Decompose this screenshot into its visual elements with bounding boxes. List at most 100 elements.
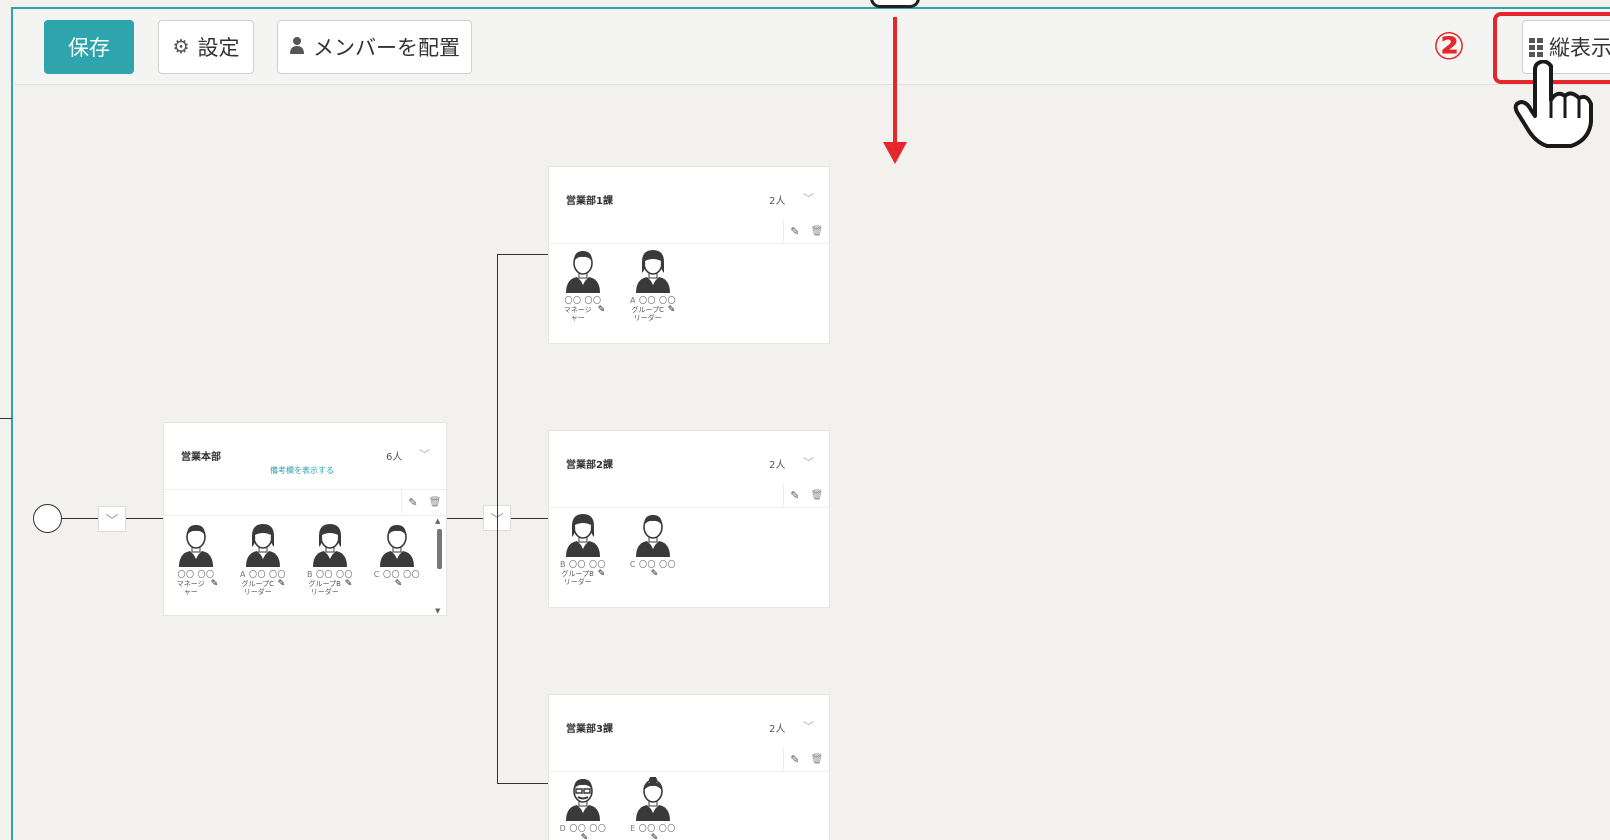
collapse-toggle[interactable]: ﹀ [98,506,126,532]
scroll-down-icon[interactable]: ▼ [435,607,440,615]
pencil-icon[interactable]: ✎ [668,306,676,315]
edit-icon[interactable]: ✎ [784,219,806,243]
pencil-icon[interactable]: ✎ [581,834,589,840]
root-node[interactable] [33,504,62,533]
member-card[interactable]: D 〇〇 〇〇 ✎ [555,777,611,840]
department-card-3[interactable]: 営業部3課 2人 ﹀ ✎ 🗑 D 〇〇 〇〇 ✎ E 〇〇 〇〇 ✎ [548,694,830,840]
scrollbar[interactable]: ▲ ▼ [434,517,444,615]
trash-icon[interactable]: 🗑 [806,219,828,243]
edit-icon[interactable]: ✎ [784,483,806,507]
member-card[interactable]: C 〇〇 〇〇 ✎ [625,513,681,579]
pencil-icon[interactable]: ✎ [278,580,286,589]
card-actions: ✎ 🗑 [783,747,828,771]
chevron-down-icon[interactable]: ﹀ [419,446,430,462]
member-role: ✎ [555,834,611,840]
department-name: 営業部3課 [566,724,613,735]
member-role: ✎ [625,834,681,840]
trash-icon[interactable]: 🗑 [806,483,828,507]
chevron-down-icon[interactable]: ﹀ [803,190,814,206]
cursor-hand-top-icon [870,0,920,8]
department-name: 営業部2課 [566,460,613,471]
avatar [369,523,425,567]
gear-icon: ⚙ [172,36,190,58]
member-role: グループCリーダー ✎ [235,580,291,597]
card-actions: ✎ 🗑 [401,490,446,514]
pencil-icon[interactable]: ✎ [651,834,659,840]
member-role: グループBリーダー ✎ [302,580,358,597]
save-button[interactable]: 保存 [44,20,134,74]
chevron-down-icon[interactable]: ﹀ [803,718,814,734]
scroll-up-icon[interactable]: ▲ [435,517,440,525]
card-actions: ✎ 🗑 [783,483,828,507]
assign-members-button[interactable]: メンバーを配置 [277,20,472,74]
connector-line [446,518,483,519]
member-role: マネージャー ✎ [168,580,224,597]
role-label: グループCリーダー [631,306,664,322]
member-card[interactable]: E 〇〇 〇〇 ✎ [625,777,681,840]
chevron-down-icon[interactable]: ﹀ [803,454,814,470]
member-card[interactable]: A 〇〇 〇〇 グループCリーダー ✎ [235,523,291,596]
pointer-hand-icon [1513,60,1593,148]
member-count: 2人 [769,460,786,471]
member-count: 6人 [386,452,403,463]
connector-line [62,518,98,519]
avatar [625,777,681,821]
divider [549,507,829,508]
member-card[interactable]: 〇〇 〇〇 マネージャー ✎ [168,523,224,596]
save-label: 保存 [68,36,110,60]
pencil-icon[interactable]: ✎ [598,306,606,315]
edit-icon[interactable]: ✎ [784,747,806,771]
pencil-icon[interactable]: ✎ [395,580,403,589]
divider [549,771,829,772]
department-name: 営業部1課 [566,196,613,207]
member-card[interactable]: C 〇〇 〇〇 ✎ [369,523,425,589]
connector-line [0,418,12,419]
step-number: ② [1433,24,1466,68]
settings-label: 設定 [197,36,240,60]
divider [549,243,829,244]
card-actions: ✎ 🗑 [783,219,828,243]
avatar [235,523,291,567]
pencil-icon[interactable]: ✎ [211,580,219,589]
member-card[interactable]: A 〇〇 〇〇 グループCリーダー ✎ [625,249,681,322]
avatar [555,777,611,821]
pencil-icon[interactable]: ✎ [345,580,353,589]
member-role: グループBリーダー ✎ [555,570,611,587]
member-role: ✎ [625,570,681,579]
show-memo-link[interactable]: 備考欄を表示する [270,465,334,476]
member-role: ✎ [369,580,425,589]
avatar [555,513,611,557]
divider [164,515,446,516]
member-card[interactable]: 〇〇 〇〇 マネージャー ✎ [555,249,611,322]
role-label: グループCリーダー [241,580,274,596]
pencil-icon[interactable]: ✎ [598,570,606,579]
pencil-icon[interactable]: ✎ [651,570,659,579]
connector-line [497,783,548,784]
avatar [302,523,358,567]
member-card[interactable]: B 〇〇 〇〇 グループBリーダー ✎ [555,513,611,586]
arrow-down-icon [883,142,907,164]
department-card-1[interactable]: 営業部1課 2人 ﹀ ✎ 🗑 〇〇 〇〇 マネージャー ✎ A 〇〇 〇〇 グループC… [548,166,830,344]
role-label: マネージャー [563,306,592,322]
member-role: グループCリーダー ✎ [625,306,681,323]
chevron-down-icon: ﹀ [105,513,119,529]
settings-button[interactable]: ⚙ 設定 [158,20,254,74]
trash-icon[interactable]: 🗑 [806,747,828,771]
user-icon [289,36,305,59]
connector-line [126,518,163,519]
member-card[interactable]: B 〇〇 〇〇 グループBリーダー ✎ [302,523,358,596]
trash-icon[interactable]: 🗑 [424,490,446,514]
assign-members-label: メンバーを配置 [313,36,460,60]
org-chart-canvas[interactable]: 保存 ⚙ 設定 メンバーを配置 縦表示 ② ﹀ ﹀ 営業本部 6人 ﹀ 備考欄を… [0,0,1610,840]
avatar [168,523,224,567]
member-count: 2人 [769,196,786,207]
edit-icon[interactable]: ✎ [402,490,424,514]
role-label: グループBリーダー [308,580,341,596]
member-count: 2人 [769,724,786,735]
arrow-line [893,17,897,147]
connector-line [511,518,548,519]
scrollbar-thumb[interactable] [437,529,442,569]
department-card-root[interactable]: 営業本部 6人 ﹀ 備考欄を表示する ✎ 🗑 ▲ ▼ 〇〇 〇〇 マネージャー ✎ … [163,422,447,616]
role-label: グループBリーダー [561,570,594,586]
department-card-2[interactable]: 営業部2課 2人 ﹀ ✎ 🗑 B 〇〇 〇〇 グループBリーダー ✎ C 〇〇 〇〇… [548,430,830,608]
